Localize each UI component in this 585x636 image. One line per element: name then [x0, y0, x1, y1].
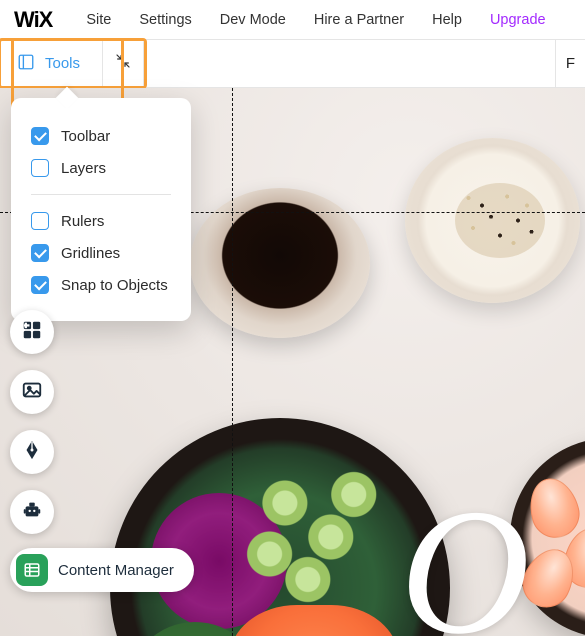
checkbox-checked-icon[interactable] — [31, 127, 49, 145]
tools-option-layers[interactable]: Layers — [31, 152, 171, 184]
checkbox-unchecked-icon[interactable] — [31, 159, 49, 177]
option-label: Toolbar — [61, 128, 110, 145]
sesame-pile — [455, 183, 545, 258]
content-manager-icon — [16, 554, 48, 586]
tools-option-toolbar[interactable]: Toolbar — [31, 120, 171, 152]
divider — [31, 194, 171, 195]
tools-highlight-group: Tools — [0, 38, 147, 89]
add-section-icon — [21, 319, 43, 346]
media-button[interactable] — [10, 370, 54, 414]
right-segment[interactable]: F — [555, 40, 585, 87]
tools-option-snap[interactable]: Snap to Objects — [31, 269, 171, 301]
menu-upgrade[interactable]: Upgrade — [490, 12, 546, 28]
gridline-vertical — [232, 88, 233, 636]
content-manager-button[interactable]: Content Manager — [10, 548, 194, 592]
option-label: Rulers — [61, 213, 104, 230]
pen-tool-button[interactable] — [10, 430, 54, 474]
tools-bar: Tools F — [0, 40, 585, 88]
menu-settings[interactable]: Settings — [139, 12, 191, 28]
wix-logo[interactable]: WiX — [14, 7, 52, 33]
checkbox-checked-icon[interactable] — [31, 276, 49, 294]
tools-button-label: Tools — [45, 55, 80, 72]
menu-help[interactable]: Help — [432, 12, 462, 28]
option-label: Gridlines — [61, 245, 120, 262]
checkbox-unchecked-icon[interactable] — [31, 212, 49, 230]
hero-script-text: O — [400, 468, 530, 636]
top-menu-bar: WiX Site Settings Dev Mode Hire a Partne… — [0, 0, 585, 40]
tools-button[interactable]: Tools — [1, 41, 102, 86]
tools-dropdown-panel: Toolbar Layers Rulers Gridlines Snap to … — [11, 98, 191, 321]
page-outline-icon — [17, 53, 35, 75]
image-icon — [21, 379, 43, 406]
content-manager-label: Content Manager — [58, 562, 174, 579]
robot-icon — [21, 499, 43, 526]
bowl-soy-sauce — [190, 188, 370, 338]
app-market-button[interactable] — [10, 490, 54, 534]
option-label: Layers — [61, 160, 106, 177]
pen-nib-icon — [21, 439, 43, 466]
tools-option-rulers[interactable]: Rulers — [31, 205, 171, 237]
tools-option-gridlines[interactable]: Gridlines — [31, 237, 171, 269]
add-section-button[interactable] — [10, 310, 54, 354]
menu-hire-partner[interactable]: Hire a Partner — [314, 12, 404, 28]
menu-site[interactable]: Site — [86, 12, 111, 28]
checkbox-checked-icon[interactable] — [31, 244, 49, 262]
bowl-poke — [110, 418, 450, 636]
collapse-arrows-icon — [115, 53, 131, 74]
option-label: Snap to Objects — [61, 277, 168, 294]
menu-dev-mode[interactable]: Dev Mode — [220, 12, 286, 28]
collapse-button[interactable] — [102, 41, 144, 86]
